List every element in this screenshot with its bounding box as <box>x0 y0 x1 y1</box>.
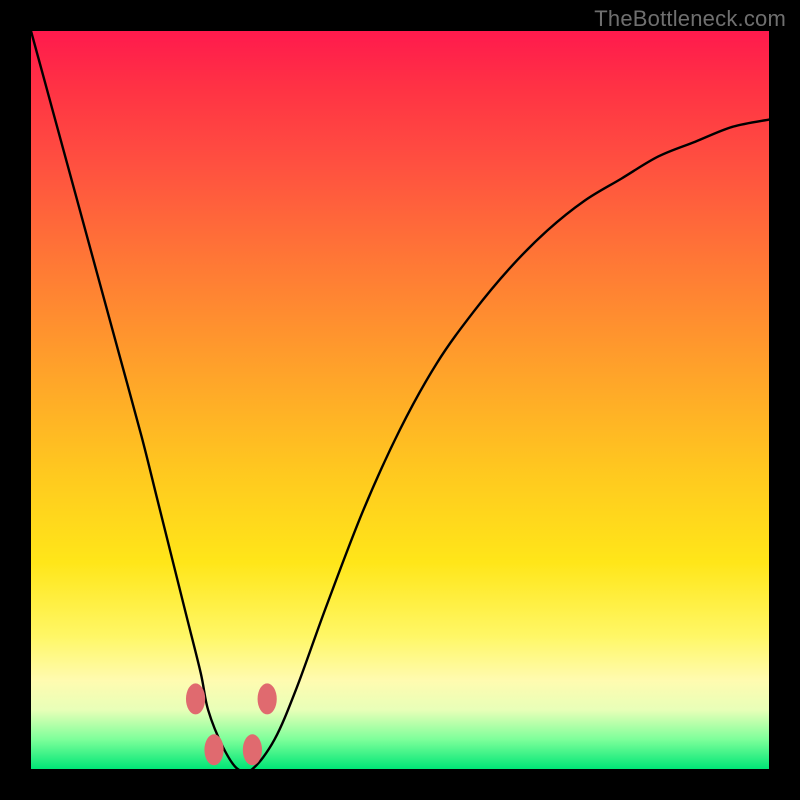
attribution-text: TheBottleneck.com <box>594 6 786 32</box>
curve-marker <box>204 734 223 765</box>
chart-svg <box>31 31 769 769</box>
curve-marker <box>258 683 277 714</box>
chart-plot-area <box>31 31 769 769</box>
curve-markers <box>186 683 277 765</box>
curve-marker <box>243 734 262 765</box>
curve-marker <box>186 683 205 714</box>
bottleneck-curve <box>31 31 769 772</box>
